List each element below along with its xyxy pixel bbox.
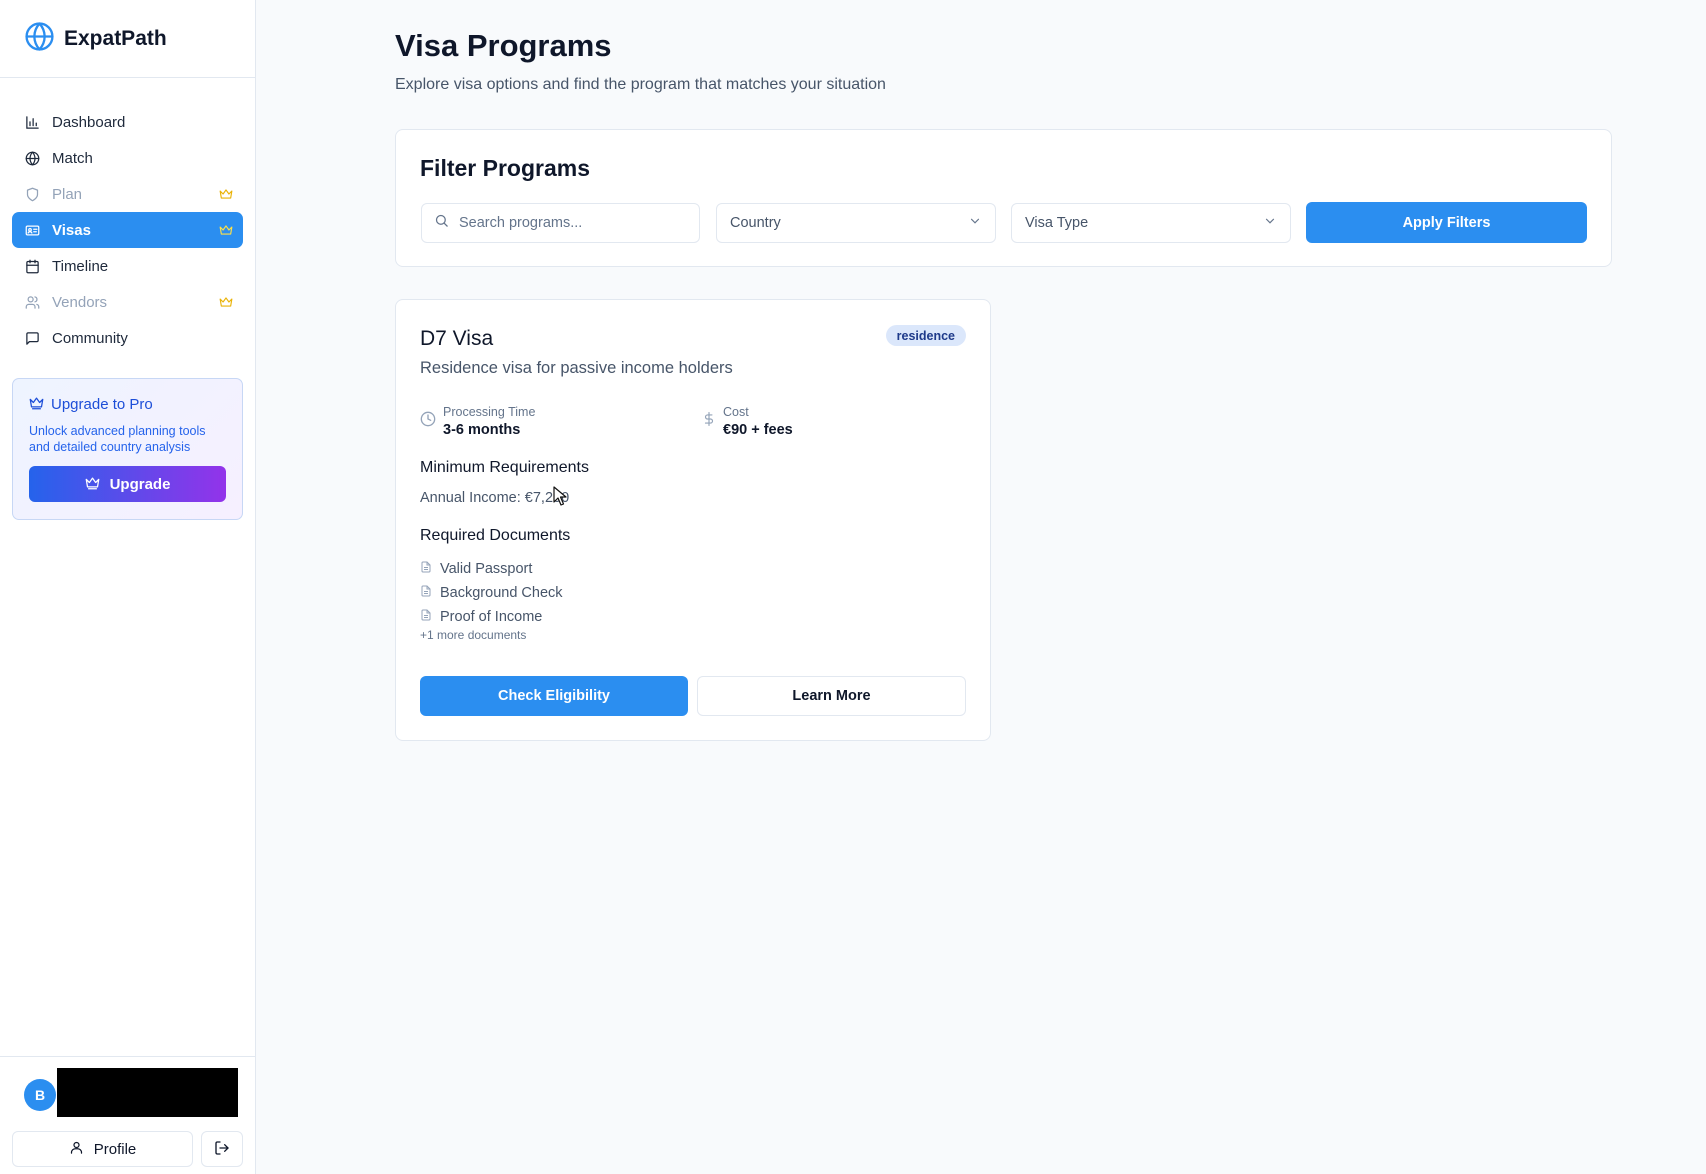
document-name: Proof of Income: [440, 609, 543, 625]
upgrade-button-label: Upgrade: [109, 475, 171, 493]
sidebar-item-label: Vendors: [52, 293, 108, 311]
sidebar-item-timeline[interactable]: Timeline: [12, 248, 243, 284]
filter-title: Filter Programs: [420, 155, 590, 181]
processing-time-stat: Processing Time 3-6 months: [420, 405, 535, 440]
user-icon: [69, 1140, 84, 1159]
visa-description: Residence visa for passive income holder…: [420, 359, 733, 377]
search-icon: [434, 213, 449, 233]
sidebar-item-dashboard[interactable]: Dashboard: [12, 104, 243, 140]
sidebar-item-vendors[interactable]: Vendors: [12, 284, 243, 320]
list-item: Proof of Income: [420, 605, 563, 629]
visa-program-card: D7 Visa residence Residence visa for pas…: [395, 299, 991, 741]
mouse-cursor-icon: [553, 486, 567, 511]
chevron-down-icon: [1263, 214, 1277, 232]
users-icon: [24, 294, 40, 310]
globe-icon: [24, 21, 55, 57]
requirements-heading: Minimum Requirements: [420, 459, 589, 476]
clock-icon: [420, 411, 436, 440]
search-field[interactable]: [421, 203, 700, 243]
file-icon: [420, 585, 432, 601]
upgrade-button[interactable]: Upgrade: [29, 466, 226, 502]
sidebar-item-plan[interactable]: Plan: [12, 176, 243, 212]
profile-button-label: Profile: [93, 1140, 137, 1158]
globe-icon: [24, 150, 40, 166]
upgrade-description: Unlock advanced planning tools and detai…: [29, 424, 206, 454]
page-subtitle: Explore visa options and find the progra…: [395, 76, 886, 93]
id-card-icon: [24, 222, 40, 238]
upgrade-promo: Upgrade to Pro Unlock advanced planning …: [12, 378, 243, 520]
document-name: Valid Passport: [440, 561, 533, 577]
avatar[interactable]: B: [24, 1079, 56, 1111]
chevron-down-icon: [968, 214, 982, 232]
country-select[interactable]: Country: [716, 203, 996, 243]
dollar-icon: [702, 411, 716, 440]
sidebar-nav: Dashboard Match Plan Visas Timeline Vend…: [0, 78, 255, 356]
country-select-value: Country: [730, 215, 781, 231]
filter-card: Filter Programs Country Visa Type Apply …: [395, 129, 1612, 267]
annual-income: Annual Income: €7,200: [420, 490, 570, 506]
cost-value: €90 + fees: [723, 422, 793, 438]
list-item: Background Check: [420, 581, 563, 605]
upgrade-title-text: Upgrade to Pro: [51, 396, 153, 413]
sidebar-item-label: Dashboard: [52, 113, 126, 131]
logout-button[interactable]: [201, 1131, 243, 1167]
cost-label: Cost: [723, 405, 749, 419]
sidebar-item-community[interactable]: Community: [12, 320, 243, 356]
processing-time-value: 3-6 months: [443, 422, 521, 438]
more-documents: +1 more documents: [420, 628, 527, 642]
visa-type-badge: residence: [885, 325, 966, 346]
file-icon: [420, 609, 432, 625]
sidebar-footer: B Profile: [0, 1056, 255, 1174]
search-input[interactable]: [459, 215, 679, 231]
processing-time-label: Processing Time: [443, 405, 536, 419]
bar-chart-icon: [24, 114, 40, 130]
file-icon: [420, 561, 432, 577]
shield-icon: [24, 186, 40, 202]
logout-icon: [214, 1140, 230, 1159]
crown-icon: [85, 475, 100, 494]
document-name: Background Check: [440, 585, 563, 601]
cost-stat: Cost €90 + fees: [702, 405, 793, 440]
learn-more-button[interactable]: Learn More: [697, 676, 966, 716]
sidebar: ExpatPath Dashboard Match Plan Visas Tim…: [0, 0, 256, 1174]
profile-button[interactable]: Profile: [12, 1131, 193, 1167]
visa-type-select-value: Visa Type: [1025, 215, 1089, 231]
sidebar-item-label: Timeline: [52, 257, 109, 275]
page-title: Visa Programs: [395, 28, 612, 63]
documents-list: Valid Passport Background Check Proof of…: [420, 557, 563, 629]
apply-filters-button[interactable]: Apply Filters: [1306, 202, 1587, 243]
documents-heading: Required Documents: [420, 527, 571, 544]
crown-icon: [219, 187, 233, 201]
sidebar-item-visas[interactable]: Visas: [12, 212, 243, 248]
message-icon: [24, 330, 40, 346]
crown-icon: [29, 395, 44, 414]
sidebar-item-match[interactable]: Match: [12, 140, 243, 176]
crown-icon: [219, 295, 233, 309]
calendar-icon: [24, 258, 40, 274]
sidebar-item-label: Match: [52, 149, 93, 167]
sidebar-item-label: Visas: [52, 221, 91, 239]
visa-type-select[interactable]: Visa Type: [1011, 203, 1291, 243]
check-eligibility-button[interactable]: Check Eligibility: [420, 676, 688, 716]
brand[interactable]: ExpatPath: [0, 0, 255, 78]
sidebar-item-label: Community: [52, 329, 128, 347]
crown-icon: [219, 223, 233, 237]
redacted-user-info: [57, 1068, 238, 1117]
sidebar-item-label: Plan: [52, 185, 83, 203]
visa-name: D7 Visa: [420, 327, 494, 350]
upgrade-title: Upgrade to Pro: [29, 395, 226, 414]
brand-name: ExpatPath: [64, 26, 167, 50]
list-item: Valid Passport: [420, 557, 563, 581]
